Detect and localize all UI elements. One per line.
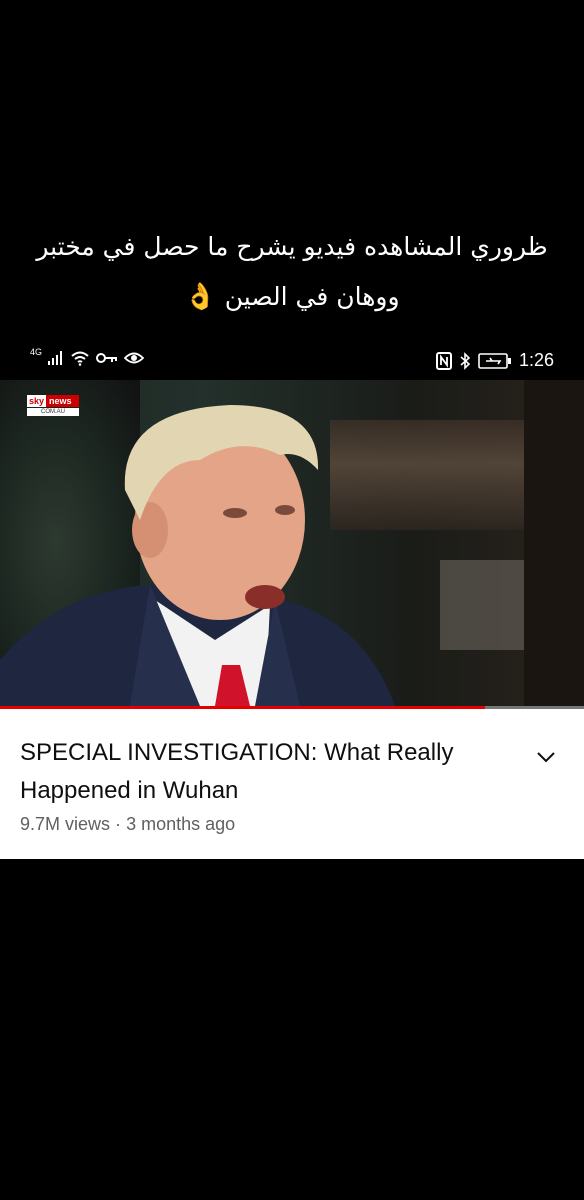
video-background-frame xyxy=(440,560,535,650)
logo-sky-text: sky xyxy=(27,395,47,407)
logo-domain-text: COM.AU xyxy=(27,408,79,416)
wifi-icon xyxy=(71,351,89,366)
post-caption: ظروري المشاهده فيديو يشرح ما حصل في مختب… xyxy=(0,222,584,322)
battery-charging-icon xyxy=(478,352,511,369)
signal-icon xyxy=(48,351,63,365)
caption-line-2-text: ووهان في الصين xyxy=(224,282,400,311)
sky-news-logo: sky news COM.AU xyxy=(27,395,79,417)
ok-hand-emoji: 👌 xyxy=(184,282,217,312)
video-frame-speaker xyxy=(0,405,395,706)
video-metadata: 9.7M views · 3 months ago xyxy=(20,814,235,835)
eye-icon xyxy=(124,352,145,364)
clock: 1:26 xyxy=(518,350,554,370)
chevron-down-icon[interactable] xyxy=(534,745,558,769)
upload-age: 3 months ago xyxy=(126,814,236,834)
network-type: 4G xyxy=(30,347,43,357)
logo-news-text: news xyxy=(46,395,79,407)
video-details-panel: SPECIAL INVESTIGATION: What Really Happe… xyxy=(0,709,584,859)
video-background-right xyxy=(524,380,584,706)
bluetooth-icon xyxy=(460,351,471,370)
nfc-icon xyxy=(435,351,452,370)
caption-line-1: ظروري المشاهده فيديو يشرح ما حصل في مختب… xyxy=(36,232,548,261)
video-title[interactable]: SPECIAL INVESTIGATION: What Really Happe… xyxy=(20,734,510,810)
view-count: 9.7M views xyxy=(20,814,111,834)
caption-line-2: ووهان في الصين 👌 xyxy=(0,272,584,322)
status-bar: 4G 1:26 xyxy=(0,344,584,378)
meta-separator: · xyxy=(115,814,122,834)
key-icon xyxy=(96,353,118,363)
video-player[interactable]: sky news COM.AU xyxy=(0,380,584,706)
